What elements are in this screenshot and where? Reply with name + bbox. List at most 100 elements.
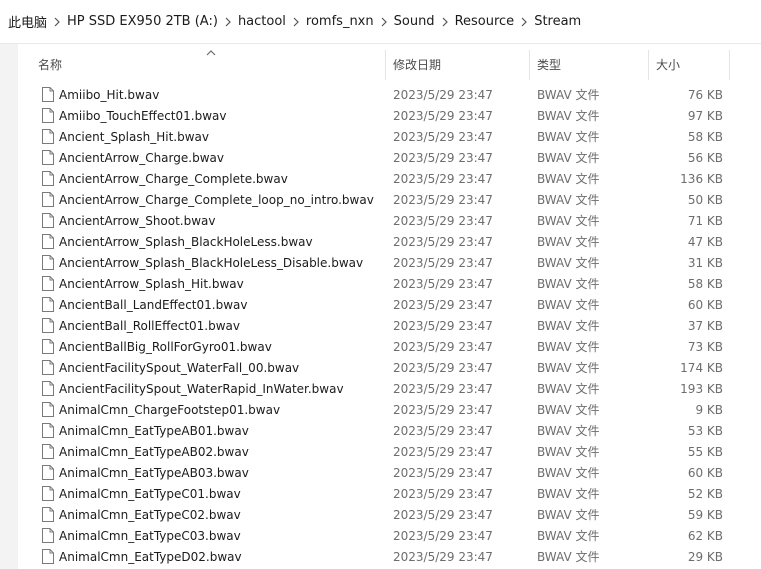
table-row[interactable]: AnimalCmn_EatTypeC01.bwav 2023/5/29 23:47…	[18, 484, 761, 505]
file-icon	[40, 337, 56, 358]
file-name[interactable]: AnimalCmn_EatTypeAB03.bwav	[59, 463, 384, 484]
chevron-right-icon[interactable]	[286, 16, 306, 28]
file-icon	[40, 232, 56, 253]
file-name[interactable]: AncientBallBig_RollForGyro01.bwav	[59, 337, 384, 358]
file-name[interactable]: AnimalCmn_EatTypeAB02.bwav	[59, 442, 384, 463]
table-row[interactable]: AnimalCmn_EatTypeC02.bwav 2023/5/29 23:47…	[18, 505, 761, 526]
column-divider[interactable]	[729, 50, 730, 80]
chevron-right-icon[interactable]	[514, 16, 534, 28]
file-type: BWAV 文件	[537, 235, 600, 249]
file-icon	[40, 148, 56, 169]
file-name[interactable]: AncientBall_RollEffect01.bwav	[59, 316, 384, 337]
table-row[interactable]: AnimalCmn_EatTypeAB02.bwav 2023/5/29 23:4…	[18, 442, 761, 463]
file-size: 59 KB	[687, 508, 723, 522]
file-name[interactable]: AnimalCmn_EatTypeAB01.bwav	[59, 421, 384, 442]
file-name[interactable]: AnimalCmn_EatTypeC02.bwav	[59, 505, 384, 526]
table-row[interactable]: AncientArrow_Splash_BlackHoleLess.bwav 20…	[18, 232, 761, 253]
file-size: 37 KB	[687, 319, 723, 333]
table-row[interactable]: AncientFacilitySpout_WaterFall_00.bwav 20…	[18, 358, 761, 379]
file-name[interactable]: AncientFacilitySpout_WaterFall_00.bwav	[59, 358, 384, 379]
table-row[interactable]: AnimalCmn_EatTypeD02.bwav 2023/5/29 23:47…	[18, 547, 761, 568]
file-name[interactable]: AncientArrow_Charge_Complete.bwav	[59, 169, 384, 190]
file-icon	[40, 442, 56, 463]
file-size: 50 KB	[687, 193, 723, 207]
chevron-right-icon[interactable]	[435, 16, 455, 28]
file-name[interactable]: AnimalCmn_EatTypeD02.bwav	[59, 547, 384, 568]
breadcrumb-stream[interactable]: Stream	[534, 14, 581, 29]
table-row[interactable]: Ancient_Splash_Hit.bwav 2023/5/29 23:47 BW…	[18, 127, 761, 148]
file-name[interactable]: AncientArrow_Splash_BlackHoleLess_Disabl…	[59, 253, 384, 274]
file-size: 193 KB	[680, 382, 723, 396]
file-name[interactable]: AncientArrow_Splash_Hit.bwav	[59, 274, 384, 295]
table-row[interactable]: AnimalCmn_ChargeFootstep01.bwav 2023/5/29…	[18, 400, 761, 421]
breadcrumb-resource[interactable]: Resource	[455, 14, 515, 29]
table-row[interactable]: AncientArrow_Splash_BlackHoleLess_Disabl…	[18, 253, 761, 274]
file-name[interactable]: AncientBall_LandEffect01.bwav	[59, 295, 384, 316]
table-row[interactable]: AncientArrow_Charge_Complete.bwav 2023/5/…	[18, 169, 761, 190]
table-row[interactable]: AncientArrow_Splash_Hit.bwav 2023/5/29 23…	[18, 274, 761, 295]
column-header-type[interactable]: 类型	[537, 44, 647, 84]
file-modified-date: 2023/5/29 23:47	[393, 403, 493, 417]
chevron-right-icon[interactable]	[218, 16, 238, 28]
table-row[interactable]: AncientArrow_Charge_Complete_loop_no_int…	[18, 190, 761, 211]
file-size: 60 KB	[687, 298, 723, 312]
file-type: BWAV 文件	[537, 319, 600, 333]
table-row[interactable]: AnimalCmn_EatTypeC03.bwav 2023/5/29 23:47…	[18, 526, 761, 547]
file-icon	[40, 211, 56, 232]
breadcrumb-this-pc[interactable]: 此电脑	[8, 12, 47, 31]
table-row[interactable]: AnimalCmn_EatTypeAB01.bwav 2023/5/29 23:4…	[18, 421, 761, 442]
file-name[interactable]: AncientArrow_Charge.bwav	[59, 148, 384, 169]
table-row[interactable]: AncientBall_RollEffect01.bwav 2023/5/29 2…	[18, 316, 761, 337]
file-name[interactable]: AncientArrow_Splash_BlackHoleLess.bwav	[59, 232, 384, 253]
table-row[interactable]: Amiibo_TouchEffect01.bwav 2023/5/29 23:47…	[18, 106, 761, 127]
chevron-right-icon[interactable]	[47, 16, 67, 28]
column-header-size[interactable]: 大小	[656, 44, 726, 84]
file-name[interactable]: AncientArrow_Shoot.bwav	[59, 211, 384, 232]
breadcrumb-hactool[interactable]: hactool	[238, 14, 286, 29]
file-modified-date: 2023/5/29 23:47	[393, 256, 493, 270]
table-row[interactable]: AncientArrow_Charge.bwav 2023/5/29 23:47 B…	[18, 148, 761, 169]
column-header-name[interactable]: 名称	[38, 44, 384, 84]
file-name[interactable]: AnimalCmn_EatTypeC03.bwav	[59, 526, 384, 547]
file-size: 58 KB	[687, 130, 723, 144]
file-size: 97 KB	[687, 109, 723, 123]
file-type: BWAV 文件	[537, 550, 600, 564]
file-name[interactable]: AnimalCmn_ChargeFootstep01.bwav	[59, 400, 384, 421]
file-modified-date: 2023/5/29 23:47	[393, 445, 493, 459]
table-row[interactable]: AnimalCmn_EatTypeAB03.bwav 2023/5/29 23:4…	[18, 463, 761, 484]
file-modified-date: 2023/5/29 23:47	[393, 382, 493, 396]
column-divider[interactable]	[648, 50, 649, 80]
file-icon	[40, 253, 56, 274]
table-row[interactable]: Amiibo_Hit.bwav 2023/5/29 23:47 BWAV 文件 76 …	[18, 85, 761, 106]
file-type: BWAV 文件	[537, 529, 600, 543]
file-type: BWAV 文件	[537, 88, 600, 102]
file-explorer-window: 此电脑 HP SSD EX950 2TB (A:) hactool romfs_…	[0, 0, 761, 569]
table-row[interactable]: AncientFacilitySpout_WaterRapid_InWater.…	[18, 379, 761, 400]
chevron-right-icon[interactable]	[374, 16, 394, 28]
file-name[interactable]: AnimalCmn_EatTypeC01.bwav	[59, 484, 384, 505]
table-row[interactable]: AncientArrow_Shoot.bwav 2023/5/29 23:47 BW…	[18, 211, 761, 232]
file-type: BWAV 文件	[537, 172, 600, 186]
table-row[interactable]: AncientBallBig_RollForGyro01.bwav 2023/5/…	[18, 337, 761, 358]
column-header-date[interactable]: 修改日期	[393, 44, 528, 84]
file-name[interactable]: AncientFacilitySpout_WaterRapid_InWater.…	[59, 379, 384, 400]
column-divider[interactable]	[529, 50, 530, 80]
file-name[interactable]: Amiibo_Hit.bwav	[59, 85, 384, 106]
breadcrumb-sound[interactable]: Sound	[394, 14, 435, 29]
breadcrumb-romfs[interactable]: romfs_nxn	[306, 14, 374, 29]
table-row[interactable]: AncientBall_LandEffect01.bwav 2023/5/29 2…	[18, 295, 761, 316]
file-size: 60 KB	[687, 466, 723, 480]
file-icon	[40, 421, 56, 442]
file-modified-date: 2023/5/29 23:47	[393, 529, 493, 543]
column-divider[interactable]	[385, 50, 386, 80]
breadcrumb-drive[interactable]: HP SSD EX950 2TB (A:)	[67, 14, 218, 29]
file-modified-date: 2023/5/29 23:47	[393, 172, 493, 186]
file-name[interactable]: Ancient_Splash_Hit.bwav	[59, 127, 384, 148]
file-modified-date: 2023/5/29 23:47	[393, 340, 493, 354]
file-modified-date: 2023/5/29 23:47	[393, 151, 493, 165]
file-name[interactable]: AncientArrow_Charge_Complete_loop_no_int…	[59, 190, 384, 211]
file-size: 174 KB	[680, 361, 723, 375]
file-name[interactable]: Amiibo_TouchEffect01.bwav	[59, 106, 384, 127]
file-modified-date: 2023/5/29 23:47	[393, 277, 493, 291]
file-type: BWAV 文件	[537, 487, 600, 501]
